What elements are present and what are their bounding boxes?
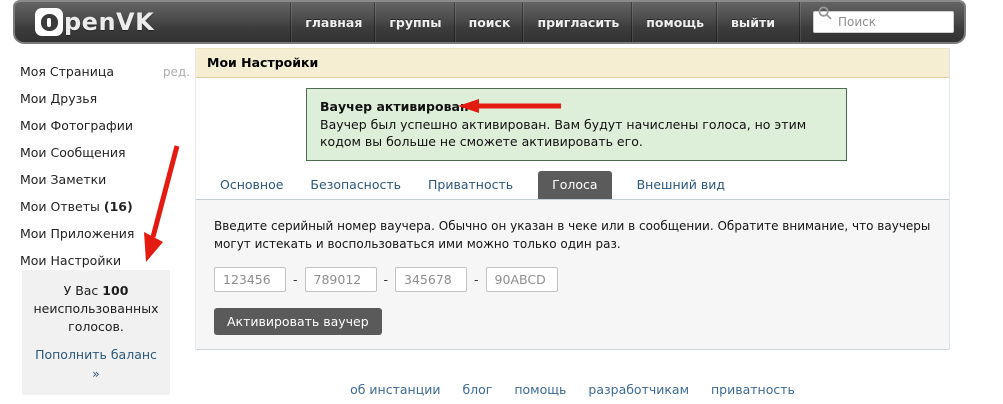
openvk-logo[interactable]: penVK (35, 8, 154, 36)
sidebar-item-my-page[interactable]: Моя Страница ред. (20, 58, 190, 85)
tab-security[interactable]: Безопасность (308, 171, 403, 199)
votes-balance-box: У Вас 100 неиспользованных голосов. Попо… (22, 270, 170, 395)
openvk-logo-text: penVK (64, 8, 154, 36)
nav-item-invite[interactable]: пригласить (523, 2, 632, 42)
tab-privacy[interactable]: Приватность (426, 171, 515, 199)
voucher-field-4[interactable] (486, 267, 558, 292)
navbar-menu: главная группы поиск пригласить помощь в… (291, 2, 964, 42)
balance-text: У Вас 100 неиспользованных голосов. (34, 283, 159, 334)
sidebar-item-label: Мои Друзья (20, 85, 97, 112)
nav-item-groups[interactable]: группы (375, 2, 454, 42)
footer-link-blog[interactable]: блог (462, 382, 492, 397)
sidebar-item-my-notes[interactable]: Мои Заметки (20, 166, 190, 193)
voucher-code-row: - - - (214, 267, 931, 292)
voucher-separator: - (384, 272, 389, 287)
voucher-separator: - (474, 272, 479, 287)
voucher-field-3[interactable] (395, 267, 467, 292)
footer-link-about-instance[interactable]: об инстанции (350, 382, 440, 397)
nav-item-logout[interactable]: выйти (717, 2, 788, 42)
voucher-separator: - (293, 272, 298, 287)
footer: об инстанции блог помощь разработчикам п… (195, 382, 950, 397)
answers-count-badge: (16) (104, 193, 133, 220)
sidebar-edit-link[interactable]: ред. (163, 59, 190, 86)
voucher-instruction: Введите серийный номер ваучера. Обычно о… (214, 217, 931, 253)
content-body: Ваучер активирован Ваучер был успешно ак… (196, 78, 949, 350)
sidebar-item-label: Моя Страница (20, 58, 114, 85)
settings-tabs: Основное Безопасность Приватность Голоса… (196, 171, 949, 199)
sidebar-item-label: Мои Ответы (20, 193, 100, 220)
sidebar-item-label: Мои Фотографии (20, 112, 133, 139)
footer-link-help[interactable]: помощь (514, 382, 566, 397)
navbar-search (800, 2, 954, 42)
sidebar-item-my-friends[interactable]: Мои Друзья (20, 85, 190, 112)
tab-appearance[interactable]: Внешний вид (635, 171, 727, 199)
sidebar-item-my-messages[interactable]: Мои Сообщения (20, 139, 190, 166)
tab-votes[interactable]: Голоса (538, 171, 611, 199)
sidebar-item-my-photos[interactable]: Мои Фотографии (20, 112, 190, 139)
sidebar-item-label: Мои Сообщения (20, 139, 126, 166)
sidebar: Моя Страница ред. Мои Друзья Мои Фотогра… (20, 58, 190, 274)
top-navbar: penVK главная группы поиск пригласить по… (13, 0, 966, 44)
sidebar-item-label: Мои Приложения (20, 220, 134, 247)
nav-item-search[interactable]: поиск (455, 2, 524, 42)
message-annotation-arrow-icon (457, 98, 563, 114)
page-title: Мои Настройки (196, 48, 949, 78)
sidebar-item-label: Мои Заметки (20, 166, 106, 193)
nav-item-home[interactable]: главная (291, 2, 375, 42)
success-message-box: Ваучер активирован Ваучер был успешно ак… (306, 88, 847, 161)
balance-amount: 100 (102, 283, 128, 298)
sidebar-item-my-apps[interactable]: Мои Приложения (20, 220, 190, 247)
openvk-logo-o-icon (35, 8, 63, 36)
sidebar-item-my-answers[interactable]: Мои Ответы (16) (20, 193, 190, 220)
footer-link-developers[interactable]: разработчикам (588, 382, 689, 397)
top-up-balance-link[interactable]: Пополнить баланс » (30, 346, 162, 382)
tab-general[interactable]: Основное (218, 171, 285, 199)
success-message-body: Ваучер был успешно активирован. Вам буду… (320, 116, 833, 151)
nav-item-help[interactable]: помощь (632, 2, 717, 42)
voucher-field-1[interactable] (214, 267, 286, 292)
footer-link-privacy[interactable]: приватность (711, 382, 795, 397)
activate-voucher-button[interactable]: Активировать ваучер (214, 308, 382, 335)
success-message-title: Ваучер активирован (320, 98, 833, 116)
voucher-panel: Введите серийный номер ваучера. Обычно о… (196, 199, 949, 350)
voucher-field-2[interactable] (305, 267, 377, 292)
search-input[interactable] (813, 11, 954, 33)
main-content: Мои Настройки Ваучер активирован Ваучер … (195, 48, 950, 350)
